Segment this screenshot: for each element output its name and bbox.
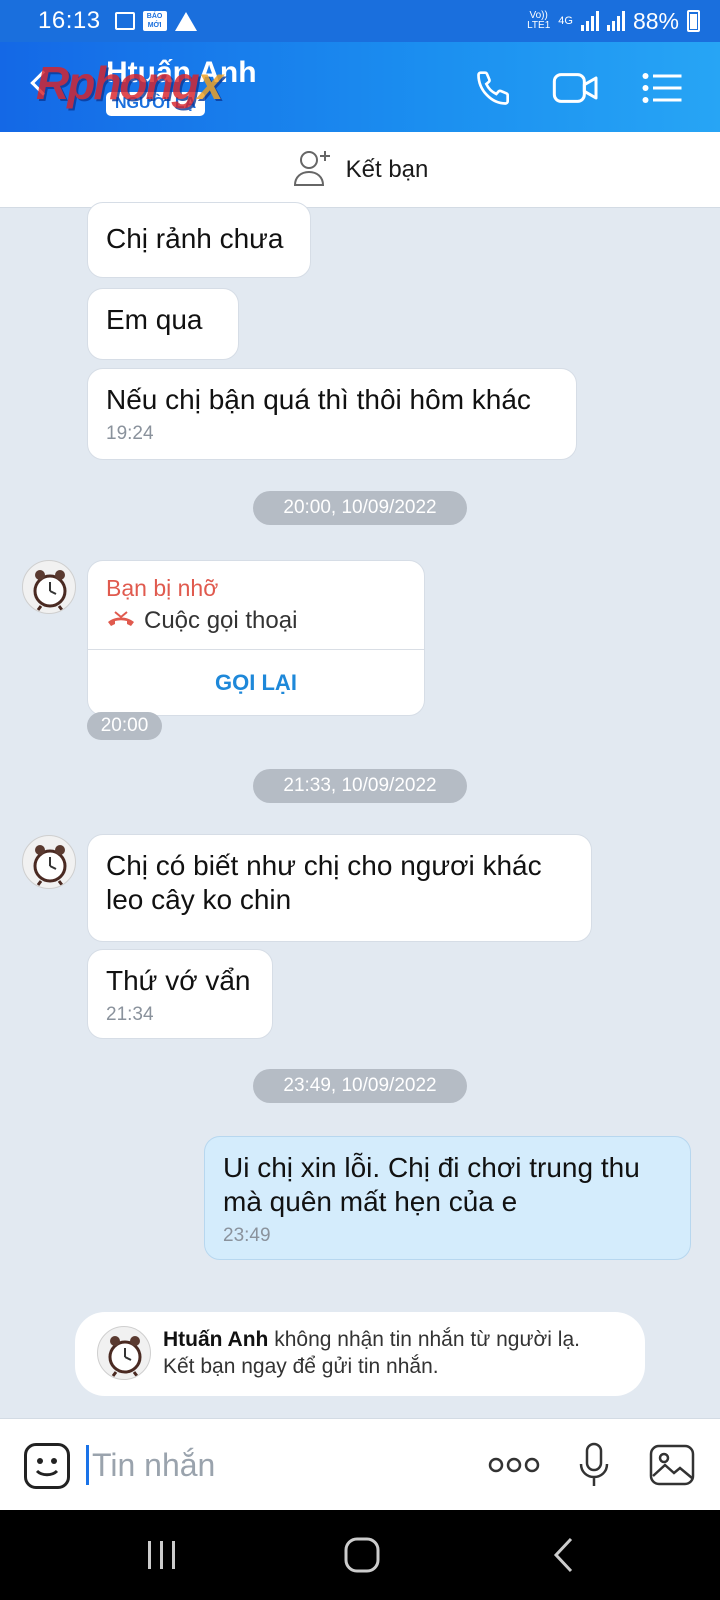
recent-apps-icon[interactable] xyxy=(142,1534,182,1576)
missed-call-time: 20:00 xyxy=(87,712,162,740)
message-text: Em qua xyxy=(106,304,203,335)
video-call-icon[interactable] xyxy=(550,66,602,110)
add-friend-bar[interactable]: Kết bạn xyxy=(0,132,720,208)
message-bubble[interactable]: Chị rảnh chưa xyxy=(87,202,311,278)
message-text: Ui chị xin lỗi. Chị đi chơi trung thu mà… xyxy=(223,1152,640,1217)
network-type-label: 4G xyxy=(558,15,573,27)
warning-icon xyxy=(174,11,197,31)
contact-avatar[interactable] xyxy=(22,560,76,614)
back-nav-icon[interactable] xyxy=(548,1534,578,1576)
notice-contact-name: Htuấn Anh xyxy=(163,1328,269,1351)
message-text: Thứ vớ vẩn xyxy=(106,965,251,996)
chat-header: Htuấn Anh NGƯỜI LẠ Rphongx xyxy=(0,42,720,132)
message-text: Chị rảnh chưa xyxy=(106,223,284,254)
image-picker-icon[interactable] xyxy=(648,1441,696,1489)
date-separator: 23:49, 10/09/2022 xyxy=(253,1069,467,1103)
my-message-bubble[interactable]: Ui chị xin lỗi. Chị đi chơi trung thu mà… xyxy=(204,1136,691,1260)
message-bubble[interactable]: Thứ vớ vẩn 21:34 xyxy=(87,949,273,1039)
status-bar: 16:13 BÁO MỚI Vo)) LTE1 4G 88% xyxy=(0,0,720,42)
missed-call-subtitle: Cuộc gọi thoại xyxy=(106,607,297,635)
news-icon: BÁO MỚI xyxy=(142,11,167,31)
home-icon[interactable] xyxy=(342,1534,382,1576)
message-time: 23:49 xyxy=(223,1225,271,1246)
missed-call-card: Bạn bị nhỡ Cuộc gọi thoại GỌI LẠI xyxy=(87,560,425,716)
text-cursor xyxy=(86,1445,89,1485)
message-bubble[interactable]: Nếu chị bận quá thì thôi hôm khác 19:24 xyxy=(87,368,577,460)
message-input[interactable] xyxy=(92,1441,452,1489)
network-indicator: Vo)) LTE1 xyxy=(527,11,550,31)
message-text: Nếu chị bận quá thì thôi hôm khác xyxy=(106,384,531,415)
date-separator: 20:00, 10/09/2022 xyxy=(253,491,467,525)
microphone-icon[interactable] xyxy=(574,1441,614,1489)
watermark-accent: x xyxy=(197,57,224,109)
notice-text: Htuấn Anh không nhận tin nhắn từ người l… xyxy=(163,1326,580,1380)
missed-call-type: Cuộc gọi thoại xyxy=(144,607,298,634)
message-time: 19:24 xyxy=(106,423,154,444)
missed-call-icon xyxy=(106,607,136,635)
signal-icon xyxy=(580,11,599,31)
chat-area: Chị rảnh chưa Em qua Nếu chị bận quá thì… xyxy=(0,202,720,1418)
watermark-logo: Rphongx xyxy=(36,56,224,110)
stranger-notice: Htuấn Anh không nhận tin nhắn từ người l… xyxy=(75,1312,645,1396)
notice-line2: Kết bạn ngay để gửi tin nhắn. xyxy=(163,1355,439,1378)
message-time: 21:34 xyxy=(106,1004,154,1025)
contact-avatar[interactable] xyxy=(97,1326,151,1380)
battery-icon xyxy=(687,10,700,32)
date-separator: 21:33, 10/09/2022 xyxy=(253,769,467,803)
battery-percent: 88% xyxy=(632,7,679,34)
message-bubble[interactable]: Em qua xyxy=(87,288,239,360)
add-friend-icon xyxy=(292,147,334,192)
contact-avatar[interactable] xyxy=(22,835,76,889)
missed-call-title: Bạn bị nhỡ xyxy=(106,575,219,601)
status-time: 16:13 xyxy=(38,7,101,34)
system-navigation-bar xyxy=(0,1510,720,1600)
call-back-button[interactable]: GỌI LẠI xyxy=(88,650,424,716)
message-text: Chị có biết như chị cho ngươi khác leo c… xyxy=(106,850,542,915)
more-options-icon[interactable] xyxy=(486,1441,542,1489)
add-friend-label: Kết bạn xyxy=(345,155,429,183)
image-icon xyxy=(114,12,135,30)
message-bubble[interactable]: Chị có biết như chị cho ngươi khác leo c… xyxy=(87,834,592,942)
signal-icon-sim2 xyxy=(606,11,625,31)
notice-line1: không nhận tin nhắn từ người lạ. xyxy=(268,1328,580,1351)
network-lte-label: LTE1 xyxy=(527,20,551,31)
emoji-sticker-icon[interactable] xyxy=(24,1443,70,1489)
phone-icon[interactable] xyxy=(470,66,518,110)
watermark-text: Rphong xyxy=(36,57,200,109)
menu-list-icon[interactable] xyxy=(638,66,686,110)
message-input-bar xyxy=(0,1418,720,1510)
